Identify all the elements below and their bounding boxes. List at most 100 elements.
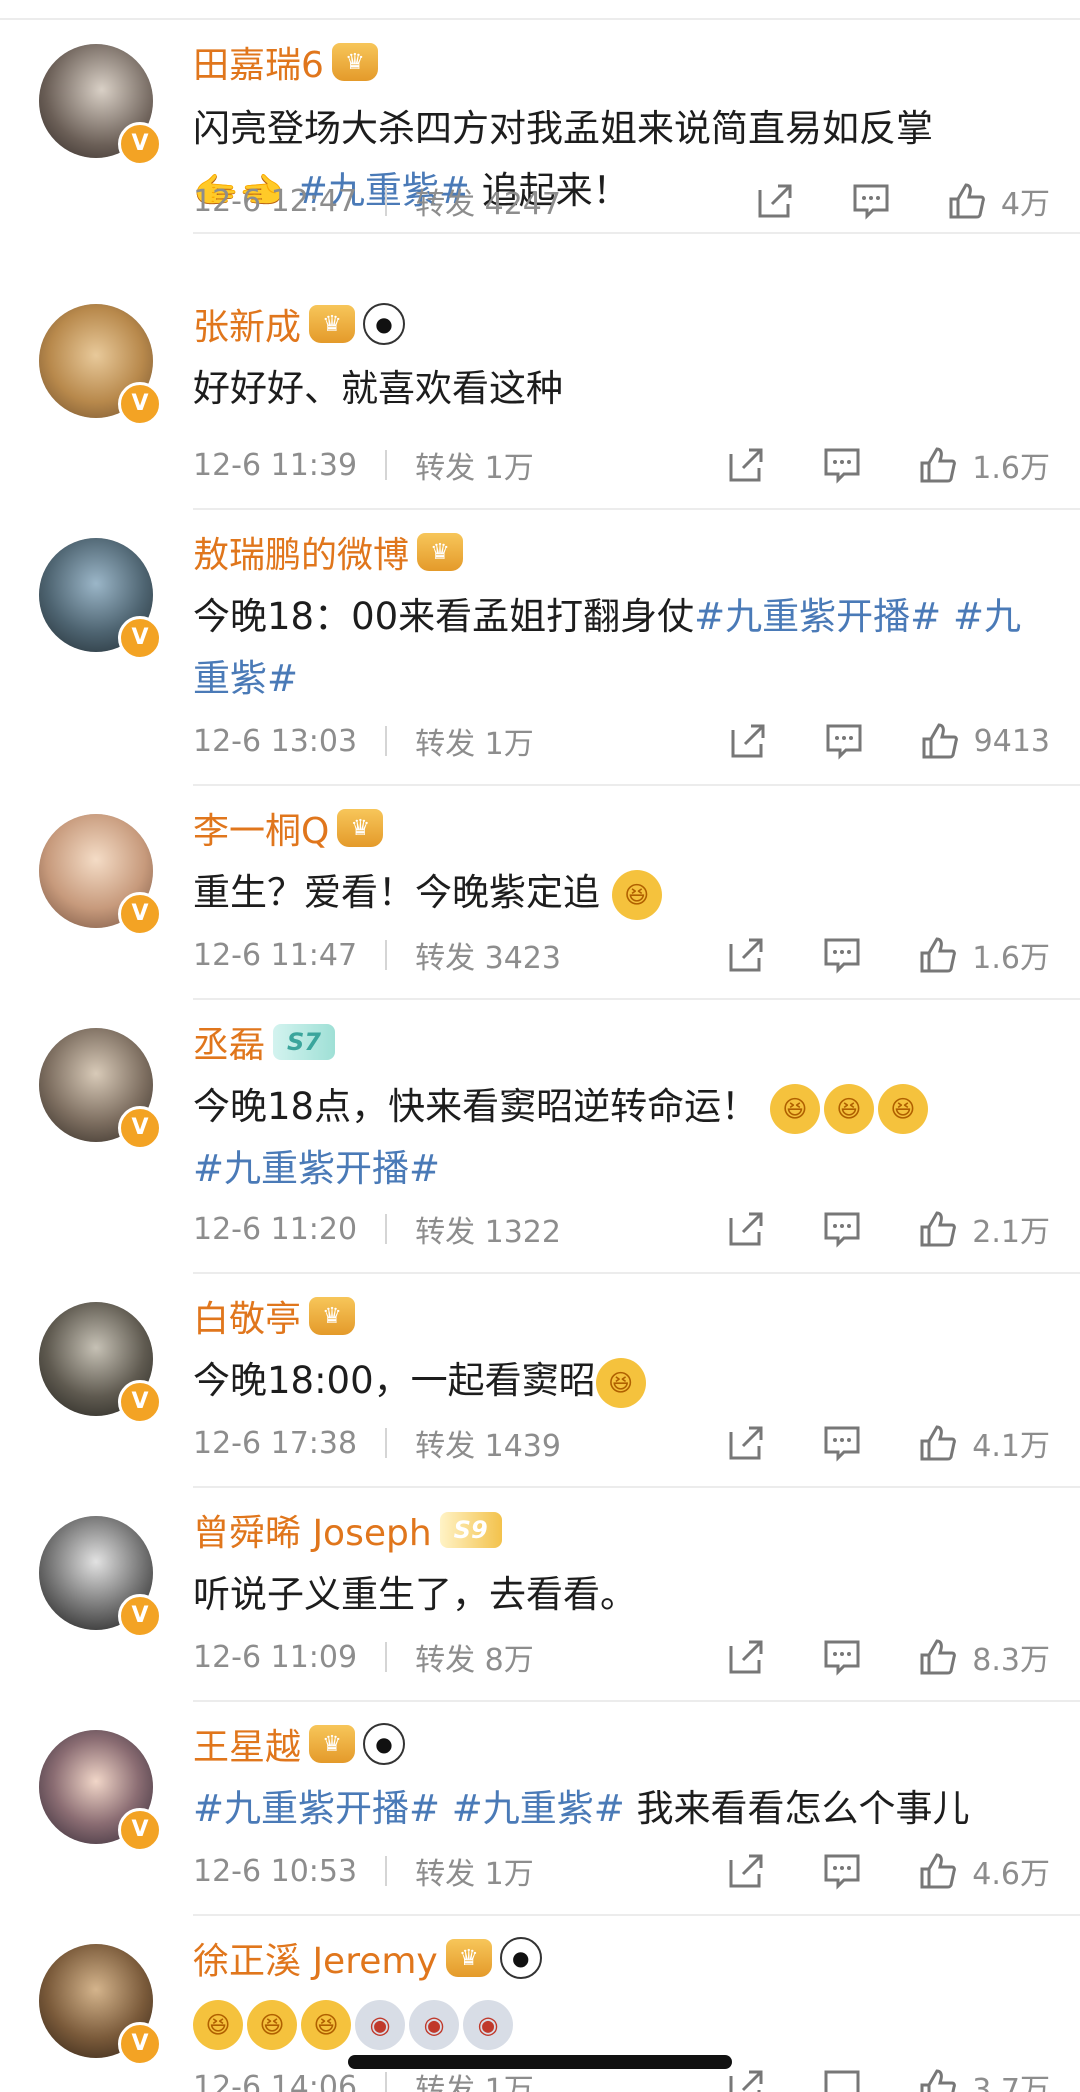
hashtag[interactable]: #九重紫开播#: [694, 595, 941, 638]
comment-meta: 12-6 11:47 转发 3423: [193, 930, 561, 980]
share-icon[interactable]: [724, 2065, 768, 2092]
timestamp: 12-6 11:47: [193, 937, 358, 973]
hashtag[interactable]: #九重紫开播#: [193, 1787, 440, 1830]
comment-text: 重生？爱看！今晚紫定追 😆: [193, 862, 1053, 924]
repost-count[interactable]: 转发 1万: [415, 2065, 534, 2092]
laughing-cry-emoji-icon: 😆: [193, 1999, 243, 2050]
laughing-cry-emoji-icon: 😆: [769, 1083, 820, 1134]
repost-count[interactable]: 转发 1322: [415, 1207, 561, 1251]
username[interactable]: 王星越: [193, 1718, 301, 1770]
thumbs-up-icon[interactable]: [916, 1635, 960, 1679]
like-count: 3.7万: [972, 2073, 1050, 2092]
comment-icon[interactable]: [822, 719, 866, 763]
comment-item: V 敖瑞鹏的微博 ♛ 今晚18：00来看孟姐打翻身仗#九重紫开播# #九重紫# …: [0, 510, 1080, 786]
timestamp: 12-6 10:53: [193, 1853, 358, 1889]
comment-icon[interactable]: [820, 2065, 864, 2092]
username[interactable]: 张新成: [193, 298, 301, 350]
comment-meta: 12-6 11:09 转发 8万: [193, 1632, 534, 1682]
share-icon[interactable]: [753, 179, 797, 223]
username[interactable]: 丞磊: [193, 1016, 265, 1068]
comment-icon[interactable]: [820, 1849, 864, 1893]
comment-icon[interactable]: [820, 443, 864, 487]
share-icon[interactable]: [724, 1849, 768, 1893]
username[interactable]: 田嘉瑞6: [193, 36, 324, 88]
comment-item: V 王星越 ♛ ● #九重紫开播# #九重紫# 我来看看怎么个事儿 12-6 1…: [0, 1702, 1080, 1916]
verified-badge-icon: V: [118, 892, 162, 936]
comment-text: 😆 😆 😆 ◉ ◉ ◉: [193, 1992, 1053, 2054]
laughing-cry-emoji-icon: 😆: [247, 1999, 297, 2050]
username[interactable]: 敖瑞鹏的微博: [193, 526, 409, 578]
comment-text: 听说子义重生了，去看看。: [193, 1573, 637, 1616]
username[interactable]: 徐正溪 Jeremy: [193, 1932, 438, 1984]
repost-count[interactable]: 转发 1万: [415, 719, 534, 763]
home-indicator[interactable]: [348, 2055, 732, 2069]
crown-badge-icon: ♛: [337, 809, 384, 847]
username[interactable]: 白敬亭: [193, 1290, 301, 1342]
comment-item: V 田嘉瑞6 ♛ 闪亮登场大杀四方对我孟姐来说简直易如反掌 🫱🫲 #九重紫# 追…: [0, 20, 1080, 234]
thumbs-up-icon[interactable]: [916, 933, 960, 977]
like-count: 1.6万: [972, 941, 1050, 976]
hashtag[interactable]: #九重紫开播#: [193, 1147, 440, 1190]
thumbs-up-icon[interactable]: [945, 179, 989, 223]
timestamp: 12-6 14:06: [193, 2069, 358, 2092]
comment-meta: 12-6 10:53 转发 1万: [193, 1846, 534, 1896]
repost-count[interactable]: 转发 1万: [415, 1849, 534, 1893]
crown-badge-icon: ♛: [445, 1939, 492, 1977]
comment-icon[interactable]: [820, 933, 864, 977]
like-count: 9413: [973, 723, 1050, 759]
comment-icon[interactable]: [820, 1635, 864, 1679]
repost-count[interactable]: 转发 1万: [415, 443, 534, 487]
comment-icon[interactable]: [820, 1421, 864, 1465]
like-count: 2.1万: [972, 1215, 1050, 1250]
comment-icon[interactable]: [820, 1207, 864, 1251]
share-icon[interactable]: [724, 443, 768, 487]
thumbs-up-icon[interactable]: [916, 1849, 960, 1893]
laughing-cry-emoji-icon: 😆: [877, 1083, 928, 1134]
comment-meta: 12-6 11:39 转发 1万: [193, 440, 534, 490]
comment-meta: 12-6 11:20 转发 1322: [193, 1204, 561, 1254]
thumbs-up-icon[interactable]: [918, 719, 962, 763]
hashtag[interactable]: #九重紫#: [452, 1787, 625, 1830]
verified-badge-icon: V: [118, 1808, 162, 1852]
repost-count[interactable]: 转发 4247: [415, 179, 561, 223]
share-icon[interactable]: [724, 1421, 768, 1465]
timestamp: 12-6 17:38: [193, 1425, 358, 1461]
thumbs-up-icon[interactable]: [916, 1207, 960, 1251]
thumbs-up-icon[interactable]: [916, 2065, 960, 2092]
divider: [193, 232, 1080, 234]
crown-badge-icon: ♛: [309, 305, 356, 343]
comment-item: V 张新成 ♛ ● 好好好、就喜欢看这种 12-6 11:39 转发 1万 1.…: [0, 296, 1080, 510]
comment-item: V 曾舜晞 Joseph S9 听说子义重生了，去看看。 12-6 11:09 …: [0, 1488, 1080, 1702]
username[interactable]: 曾舜晞 Joseph: [193, 1504, 432, 1556]
like-count: 8.3万: [972, 1643, 1050, 1678]
repost-count[interactable]: 转发 3423: [415, 933, 561, 977]
share-icon[interactable]: [724, 1207, 768, 1251]
timestamp: 12-6 11:39: [193, 447, 358, 483]
like-count: 4.1万: [972, 1429, 1050, 1464]
comment-meta: 12-6 17:38 转发 1439: [193, 1418, 561, 1468]
username[interactable]: 李一桐Q: [193, 802, 329, 854]
panda-badge-icon: ●: [499, 1937, 542, 1979]
comment-text: 今晚18:00，一起看窦昭 😆: [193, 1350, 1053, 1412]
share-icon[interactable]: [724, 1635, 768, 1679]
like-count: 4.6万: [972, 1857, 1050, 1892]
timestamp: 12-6 13:03: [193, 723, 358, 759]
repost-count[interactable]: 转发 1439: [415, 1421, 561, 1465]
timestamp: 12-6 11:09: [193, 1639, 358, 1675]
comment-text: 今晚18点，快来看窦昭逆转命运！ 😆 😆 😆 #九重紫开播#: [193, 1076, 1053, 1200]
comment-meta: 12-6 13:03 转发 1万: [193, 716, 534, 766]
share-icon[interactable]: [726, 719, 770, 763]
comment-text: #九重紫开播# #九重紫# 我来看看怎么个事儿: [193, 1787, 970, 1830]
ultraman-emoji-icon: ◉: [463, 1999, 513, 2050]
svip-level-badge: S9: [439, 1512, 502, 1548]
ultraman-emoji-icon: ◉: [409, 1999, 459, 2050]
crown-badge-icon: ♛: [309, 1725, 356, 1763]
comment-meta: 12-6 12:47 转发 4247: [193, 176, 561, 226]
comment-icon[interactable]: [849, 179, 893, 223]
thumbs-up-icon[interactable]: [916, 443, 960, 487]
ultraman-emoji-icon: ◉: [355, 1999, 405, 2050]
thumbs-up-icon[interactable]: [916, 1421, 960, 1465]
share-icon[interactable]: [724, 933, 768, 977]
verified-badge-icon: V: [118, 2022, 162, 2066]
repost-count[interactable]: 转发 8万: [415, 1635, 534, 1679]
